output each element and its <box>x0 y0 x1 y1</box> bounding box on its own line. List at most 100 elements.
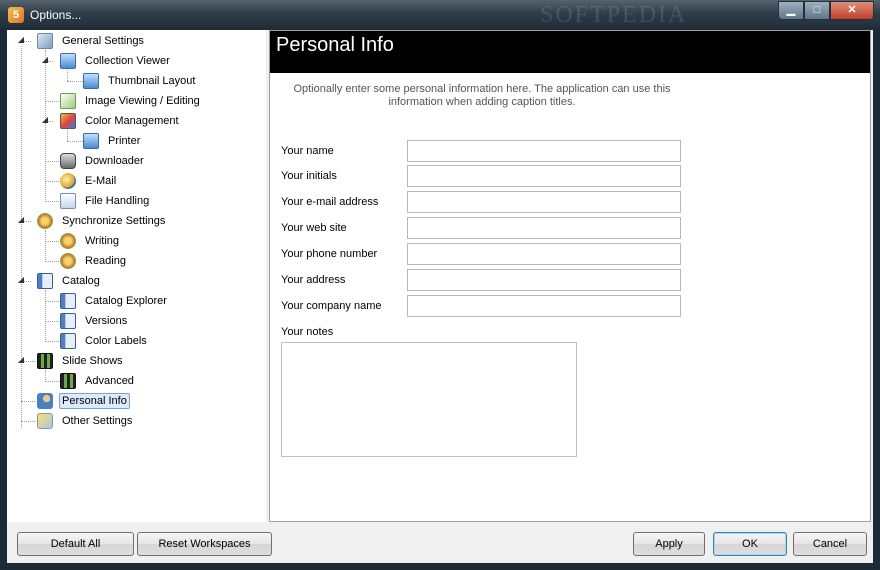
tree-line <box>45 161 59 162</box>
tree-item-general-settings[interactable]: General Settings <box>37 31 147 51</box>
monitor-icon <box>83 133 99 149</box>
catalog-icon <box>60 293 76 309</box>
close-button[interactable]: ✕ <box>830 1 874 20</box>
tree-line <box>45 201 59 202</box>
initials-field[interactable] <box>407 165 681 187</box>
tree-item-label: Advanced <box>85 375 134 387</box>
tree-line <box>67 141 83 142</box>
notes-label: Your notes <box>281 326 334 338</box>
personal-info-panel: Personal Info Optionally enter some pers… <box>269 30 871 522</box>
tree-item-reading[interactable]: Reading <box>60 251 129 271</box>
camera-icon <box>60 153 76 169</box>
tree-item-slide-shows[interactable]: Slide Shows <box>37 351 126 371</box>
address-label: Your address <box>281 274 346 286</box>
address-field[interactable] <box>407 269 681 291</box>
film-icon <box>37 353 53 369</box>
tree-item-color-labels[interactable]: Color Labels <box>60 331 150 351</box>
tree-line <box>21 46 22 427</box>
tree-line <box>45 301 59 302</box>
tree-item-label: Writing <box>85 235 120 247</box>
email-icon <box>60 173 76 189</box>
website-field[interactable] <box>407 217 681 239</box>
settings-tree[interactable]: ◢ ◢ ◢ ◢ ◢ ◢ General Settings Collection … <box>7 30 266 522</box>
tree-item-color-management[interactable]: Color Management <box>60 111 182 131</box>
tree-item-label: Collection Viewer <box>85 55 170 67</box>
tree-line <box>45 181 59 182</box>
tree-item-catalog[interactable]: Catalog <box>37 271 103 291</box>
ok-button[interactable]: OK <box>713 532 787 556</box>
tree-item-label: Slide Shows <box>62 355 123 367</box>
tree-item-label: Reading <box>85 255 126 267</box>
reset-workspaces-button[interactable]: Reset Workspaces <box>137 532 272 556</box>
tree-line <box>67 81 83 82</box>
tree-item-synchronize-settings[interactable]: Synchronize Settings <box>37 211 168 231</box>
tree-item-collection-viewer[interactable]: Collection Viewer <box>60 51 173 71</box>
tree-item-label: Color Management <box>85 115 179 127</box>
color-icon <box>60 113 76 129</box>
tree-item-catalog-explorer[interactable]: Catalog Explorer <box>60 291 170 311</box>
company-field[interactable] <box>407 295 681 317</box>
tree-item-personal-info[interactable]: Personal Info <box>37 391 130 411</box>
expand-toggle-color-management[interactable]: ◢ <box>40 115 50 124</box>
tree-item-label: File Handling <box>85 195 150 207</box>
tree-item-image-viewing-editing[interactable]: Image Viewing / Editing <box>60 91 203 111</box>
tree-item-writing[interactable]: Writing <box>60 231 122 251</box>
image-icon <box>60 93 76 109</box>
company-label: Your company name <box>281 300 382 312</box>
expand-toggle-collection-viewer[interactable]: ◢ <box>40 55 50 64</box>
cancel-button[interactable]: Cancel <box>793 532 867 556</box>
tree-line <box>45 241 59 242</box>
tree-line <box>45 230 46 262</box>
tree-item-label: General Settings <box>62 35 144 47</box>
phone-field[interactable] <box>407 243 681 265</box>
phone-label: Your phone number <box>281 248 378 260</box>
tree-line <box>21 421 35 422</box>
expand-toggle-catalog[interactable]: ◢ <box>16 275 26 284</box>
tree-item-advanced[interactable]: Advanced <box>60 371 137 391</box>
tree-item-file-handling[interactable]: File Handling <box>60 191 152 211</box>
apply-button[interactable]: Apply <box>633 532 705 556</box>
tree-item-downloader[interactable]: Downloader <box>60 151 147 171</box>
panel-header: Personal Info <box>270 31 870 73</box>
expand-toggle-synchronize-settings[interactable]: ◢ <box>16 215 26 224</box>
website-label: Your web site <box>281 222 347 234</box>
tree-line <box>45 321 59 322</box>
expand-toggle-general-settings[interactable]: ◢ <box>16 35 26 44</box>
intro-line: information when adding caption titles. <box>388 96 576 108</box>
initials-label: Your initials <box>281 170 337 182</box>
watermark: SOFTPEDIA <box>540 2 688 28</box>
tree-item-label: Versions <box>85 315 128 327</box>
settings-icon <box>37 33 53 49</box>
tree-item-email[interactable]: E-Mail <box>60 171 119 191</box>
name-field[interactable] <box>407 140 681 162</box>
minimize-button[interactable]: ▁ <box>778 1 804 20</box>
tree-line <box>45 261 59 262</box>
default-all-button[interactable]: Default All <box>17 532 134 556</box>
tree-item-label: Other Settings <box>62 415 133 427</box>
monitor-icon <box>83 73 99 89</box>
notes-textarea[interactable] <box>281 342 577 457</box>
tree-line <box>45 50 46 202</box>
tree-line <box>45 290 46 342</box>
expand-toggle-slide-shows[interactable]: ◢ <box>16 355 26 364</box>
title-bar: 5 Options... SOFTPEDIA ▁ □ ✕ <box>0 0 880 30</box>
tree-item-other-settings[interactable]: Other Settings <box>37 411 135 431</box>
catalog-icon <box>37 273 53 289</box>
maximize-button[interactable]: □ <box>804 1 830 20</box>
monitor-icon <box>60 53 76 69</box>
tree-item-label: Printer <box>108 135 141 147</box>
email-label: Your e-mail address <box>281 196 379 208</box>
app-icon: 5 <box>8 7 24 23</box>
tree-item-label: Image Viewing / Editing <box>85 95 200 107</box>
tree-item-label: E-Mail <box>85 175 117 187</box>
window-controls: ▁ □ ✕ <box>778 1 874 20</box>
tree-item-thumbnail-layout[interactable]: Thumbnail Layout <box>83 71 198 91</box>
tree-item-printer[interactable]: Printer <box>83 131 143 151</box>
tree-line <box>21 401 35 402</box>
email-field[interactable] <box>407 191 681 213</box>
window-title: Options... <box>30 8 82 22</box>
tree-item-versions[interactable]: Versions <box>60 311 130 331</box>
tree-item-label: Thumbnail Layout <box>108 75 196 87</box>
panel-title: Personal Info <box>276 34 394 56</box>
film-icon <box>60 373 76 389</box>
